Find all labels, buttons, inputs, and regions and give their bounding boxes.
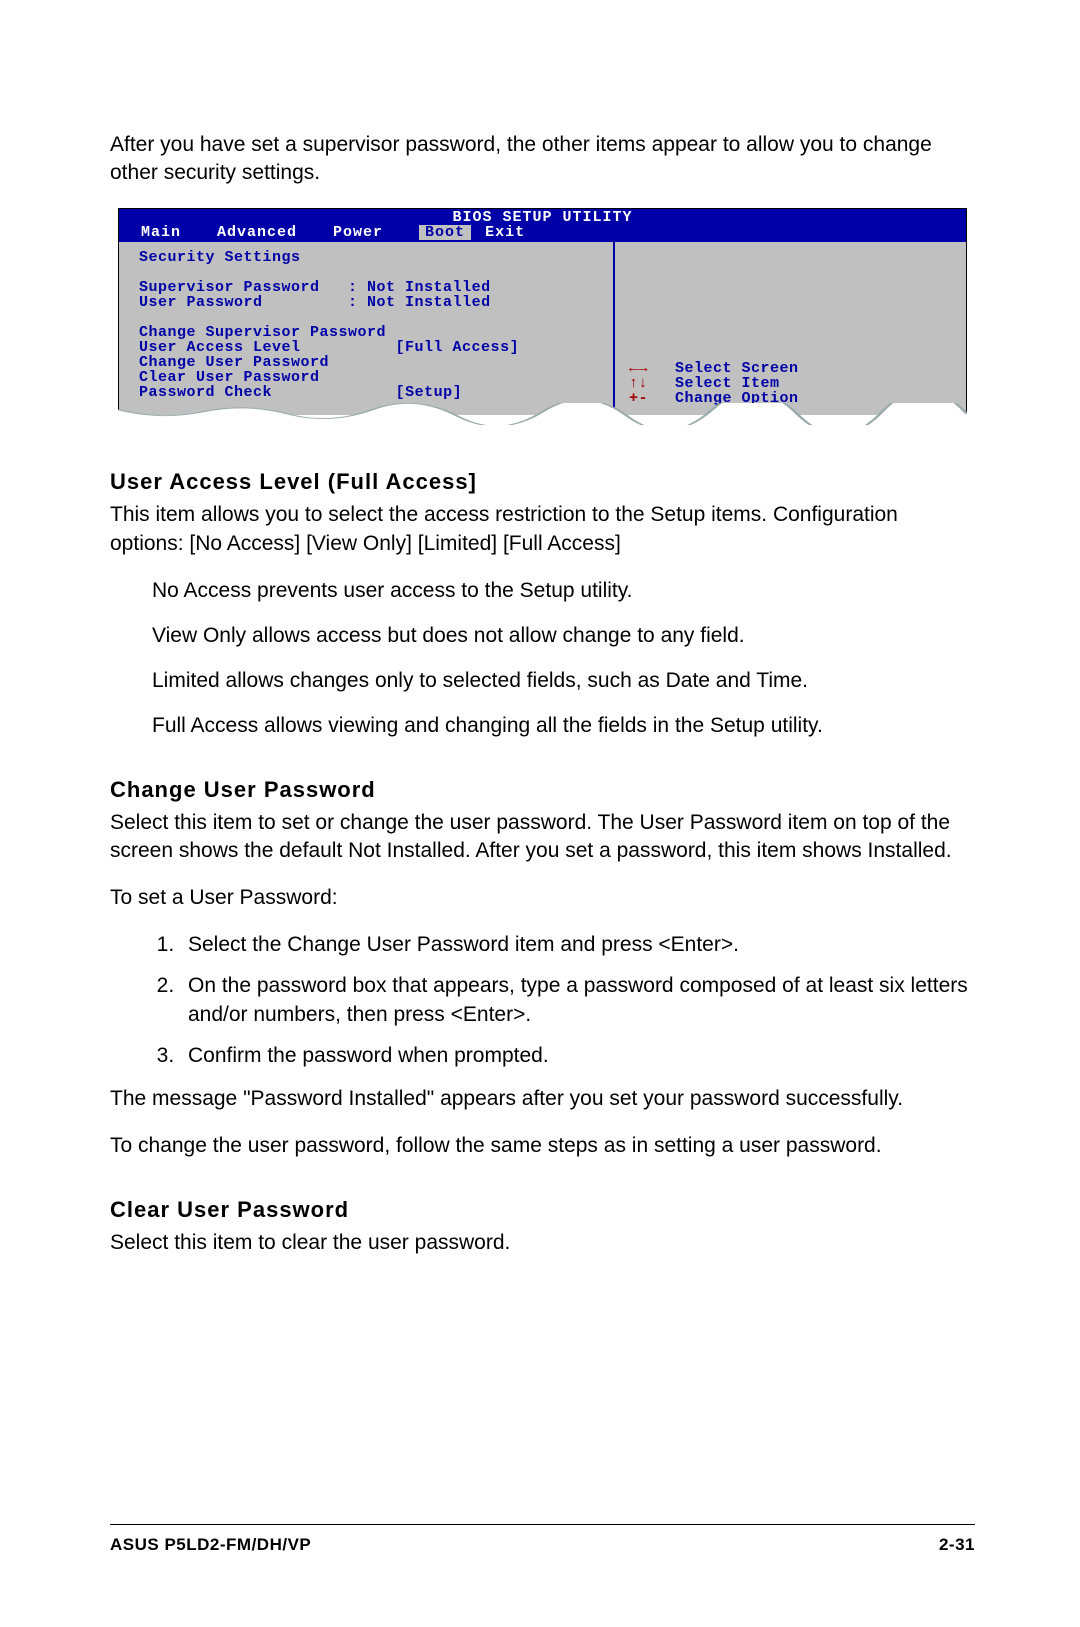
s2-p3: The message "Password Installed" appears…	[110, 1085, 975, 1114]
s1-b1: No Access prevents user access to the Se…	[152, 577, 975, 606]
heading-user-access-level: User Access Level (Full Access]	[110, 469, 975, 495]
arrow-up-down-icon: ↑↓	[629, 376, 657, 391]
s2-p4: To change the user password, follow the …	[110, 1132, 975, 1161]
bios-right-panel: ←→ Select Screen ↑↓ Select Item +- Chang…	[615, 242, 966, 418]
footer-page-number: 2-31	[939, 1535, 975, 1555]
s2-p2: To set a User Password:	[110, 884, 975, 913]
bios-tab-exit: Exit	[485, 225, 547, 240]
legend-select-screen: ←→ Select Screen	[629, 361, 956, 376]
legend-select-item: ↑↓ Select Item	[629, 376, 956, 391]
arrow-left-right-icon: ←→	[629, 361, 657, 376]
bios-screenshot: BIOS SETUP UTILITY Main Advanced Power B…	[118, 208, 967, 419]
bios-tab-power: Power	[333, 225, 405, 240]
page-footer: ASUS P5LD2-FM/DH/VP 2-31	[110, 1524, 975, 1555]
steps-list: Select the Change User Password item and…	[110, 931, 975, 1071]
bios-tab-main: Main	[141, 225, 203, 240]
s1-b4: Full Access allows viewing and changing …	[152, 712, 975, 741]
s3-p1: Select this item to clear the user passw…	[110, 1229, 975, 1258]
bios-user-row: User Password : Not Installed	[139, 294, 491, 311]
bios-left-panel: Security Settings Supervisor Password : …	[119, 242, 615, 418]
bios-pwcheck-row: Password Check [Setup]	[139, 384, 462, 401]
step-2: On the password box that appears, type a…	[180, 972, 975, 1030]
s2-p1: Select this item to set or change the us…	[110, 809, 975, 867]
intro-text: After you have set a supervisor password…	[110, 131, 975, 188]
s1-p1: This item allows you to select the acces…	[110, 501, 975, 559]
bios-title: BIOS SETUP UTILITY	[119, 209, 966, 225]
s1-b2: View Only allows access but does not all…	[152, 622, 975, 651]
bios-tab-advanced: Advanced	[217, 225, 319, 240]
bios-tabs: Main Advanced Power Boot Exit	[119, 225, 966, 242]
heading-clear-user-password: Clear User Password	[110, 1197, 975, 1223]
footer-model: ASUS P5LD2-FM/DH/VP	[110, 1535, 311, 1555]
heading-change-user-password: Change User Password	[110, 777, 975, 803]
s1-b3: Limited allows changes only to selected …	[152, 667, 975, 696]
step-1: Select the Change User Password item and…	[180, 931, 975, 960]
torn-edge	[118, 415, 967, 433]
step-3: Confirm the password when prompted.	[180, 1042, 975, 1071]
bios-section-title: Security Settings	[139, 249, 301, 266]
bios-tab-boot: Boot	[419, 225, 471, 240]
